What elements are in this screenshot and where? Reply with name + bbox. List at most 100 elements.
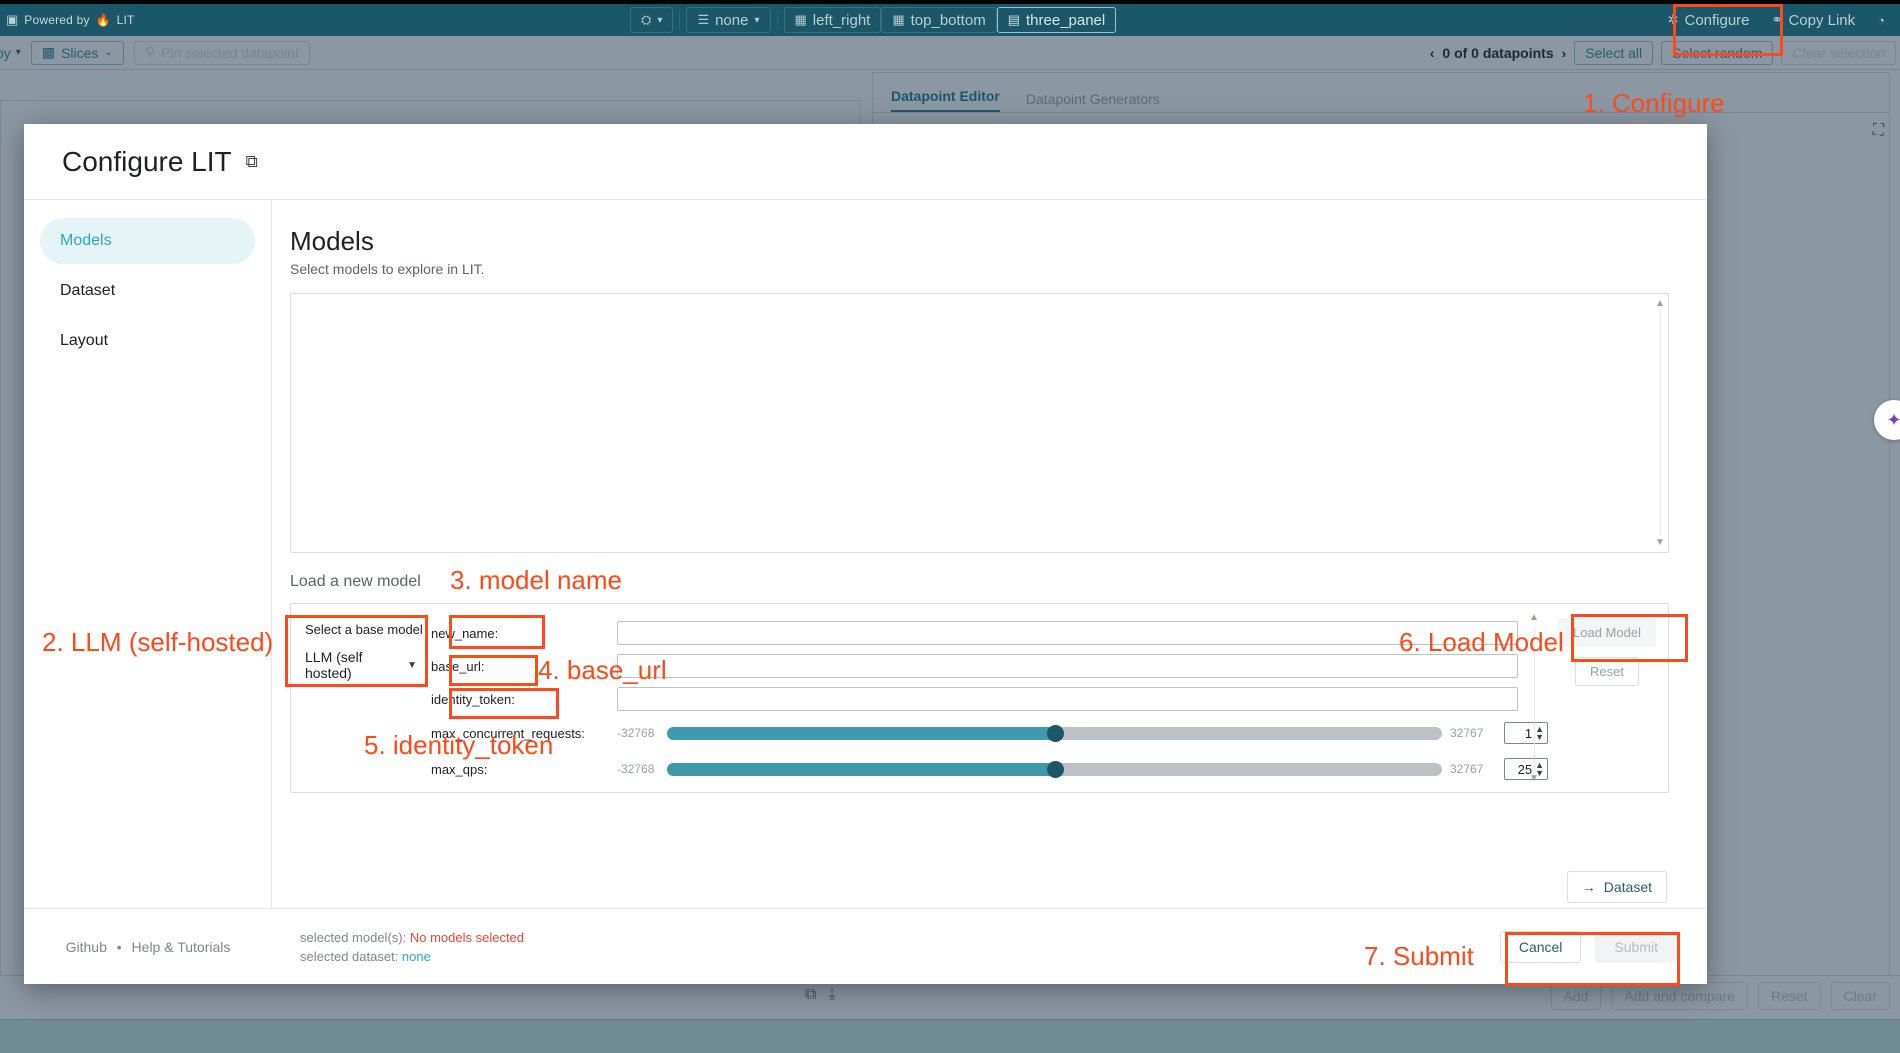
help-tutorials-link[interactable]: Help & Tutorials: [132, 939, 231, 955]
open-in-new-icon[interactable]: ⧉: [246, 152, 258, 172]
selected-dataset-line: selected dataset: none: [300, 947, 1500, 966]
divider: [679, 11, 680, 29]
slider-max-concurrent-requests[interactable]: -32768 32767: [617, 726, 1492, 740]
background-bottom-buttons: Add Add and compare Reset Clear: [1551, 982, 1891, 1010]
sidebar-item-label: Layout: [60, 332, 108, 350]
help-button[interactable]: ◔: [1866, 7, 1896, 33]
model-selector-button[interactable]: ⛭ ▾: [630, 7, 673, 33]
copy-dropdown[interactable]: py ▾: [0, 45, 21, 61]
slices-button[interactable]: ▩ Slices ⌄: [31, 41, 124, 65]
layout-left-right-button[interactable]: ▦ left_right: [784, 7, 882, 33]
reset-button[interactable]: Reset: [1758, 982, 1821, 1010]
new-name-input[interactable]: [617, 621, 1518, 645]
scroll-up-icon[interactable]: ▲: [1529, 612, 1539, 623]
select-random-button[interactable]: Select random: [1661, 41, 1773, 65]
grid-icon: ▦: [892, 12, 904, 28]
annotation-label-7: 7. Submit: [1364, 941, 1474, 972]
submit-button[interactable]: Submit: [1595, 931, 1677, 963]
brand-area: ▣ Powered by 🔥 LIT: [0, 12, 135, 28]
clear-selection-button[interactable]: Clear selection: [1781, 41, 1896, 65]
max-concurrent-requests-stepper[interactable]: 1 ▲▼: [1504, 722, 1548, 744]
models-list-scrollbar[interactable]: ▲ ▼: [1654, 298, 1666, 548]
clear-button[interactable]: Clear: [1831, 982, 1890, 1010]
slider-label-max-qps: max_qps:: [431, 762, 617, 777]
add-and-compare-button[interactable]: Add and compare: [1611, 982, 1748, 1010]
copy-link-label: Copy Link: [1788, 12, 1855, 29]
datapoints-counter: ‹ 0 of 0 datapoints ›: [1430, 45, 1567, 61]
base-url-input[interactable]: [617, 654, 1518, 678]
chevron-down-icon: ▾: [754, 15, 759, 26]
selection-toolbar-right: ‹ 0 of 0 datapoints › Select all Select …: [1430, 36, 1896, 70]
scroll-down-icon[interactable]: ▼: [1529, 773, 1539, 784]
annotation-label-1: 1. Configure: [1583, 88, 1725, 119]
download-icon[interactable]: ⤓: [828, 986, 835, 1004]
base-model-select[interactable]: LLM (self hosted) ▼: [305, 649, 417, 686]
pin-icon: ⚲: [145, 44, 155, 61]
layout-controls: ⛭ ▾ ☰ none ▾ ▦ left_right ▦ top_bottom: [630, 4, 1116, 36]
max-qps-stepper[interactable]: 25 ▲▼: [1504, 758, 1548, 780]
slider-max-qps[interactable]: -32768 32767: [617, 762, 1492, 776]
load-new-model-label: Load a new model: [290, 573, 421, 591]
scroll-up-icon[interactable]: ▲: [1655, 298, 1665, 309]
modal-header: Configure LIT ⧉: [24, 124, 1707, 200]
slices-label: Slices: [61, 45, 98, 61]
slider-min-label: -32768: [617, 762, 659, 776]
select-all-button[interactable]: Select all: [1574, 41, 1653, 65]
layout-top-bottom-label: top_bottom: [911, 12, 986, 29]
identity-token-input[interactable]: [617, 687, 1518, 711]
selection-toolbar: py ▾ ▩ Slices ⌄ ⚲ Pin selected datapoint…: [0, 36, 1900, 70]
cancel-button[interactable]: Cancel: [1500, 931, 1582, 963]
slider-max-label: 32767: [1450, 726, 1492, 740]
slider-knob[interactable]: [1047, 725, 1064, 742]
footer-status: selected model(s): No models selected se…: [272, 928, 1500, 966]
topbar-actions: ✲ Configure ⚭ Copy Link ◔: [1657, 4, 1896, 36]
sidebar-item-label: Models: [60, 232, 112, 250]
scroll-down-icon[interactable]: ▼: [1655, 537, 1665, 548]
pin-label: Pin selected datapoint: [161, 45, 299, 61]
copy-link-button[interactable]: ⚭ Copy Link: [1761, 7, 1867, 33]
page-subtitle: Select models to explore in LIT.: [290, 261, 1669, 277]
add-button[interactable]: Add: [1551, 982, 1602, 1010]
slider-min-label: -32768: [617, 726, 659, 740]
slider-row-max-qps: max_qps: -32768 32767 25: [431, 756, 1548, 782]
selection-toolbar-left: py ▾ ▩ Slices ⌄ ⚲ Pin selected datapoint: [0, 41, 310, 65]
slider-track[interactable]: [667, 727, 1442, 740]
prev-datapoint-icon[interactable]: ‹: [1430, 45, 1435, 61]
sidebar-item-layout[interactable]: Layout: [40, 318, 255, 364]
tab-datapoint-editor[interactable]: Datapoint Editor: [891, 88, 1000, 113]
panel-icon: ▤: [1008, 12, 1020, 28]
next-step-row: → Dataset: [290, 871, 1669, 903]
selected-models-label: selected model(s):: [300, 930, 406, 945]
tab-datapoint-generators[interactable]: Datapoint Generators: [1026, 91, 1160, 113]
configure-button[interactable]: ✲ Configure: [1657, 7, 1761, 33]
background-status-bar: [0, 1019, 1900, 1053]
screen-root: ▣ Powered by 🔥 LIT ⛭ ▾ ☰ none ▾ ▦: [0, 0, 1900, 1053]
github-link[interactable]: Github: [66, 939, 107, 955]
layout-three-panel-button[interactable]: ▤ three_panel: [997, 7, 1117, 33]
footer-links: Github • Help & Tutorials: [24, 939, 272, 955]
slider-knob[interactable]: [1047, 761, 1064, 778]
expand-icon[interactable]: ⛶: [1873, 122, 1884, 140]
slider-track[interactable]: [667, 763, 1442, 776]
arrow-right-icon: →: [1582, 879, 1596, 895]
modal-main: Models Select models to explore in LIT. …: [272, 200, 1707, 908]
brand-label: LIT: [117, 13, 135, 27]
layout-none-label: none: [715, 12, 748, 29]
configure-label: Configure: [1684, 12, 1749, 29]
annotation-label-4: 4. base_url: [538, 655, 667, 686]
layout-none-button[interactable]: ☰ none ▾: [686, 7, 770, 33]
goto-dataset-button[interactable]: → Dataset: [1567, 871, 1667, 903]
load-model-button[interactable]: Load Model: [1558, 618, 1656, 647]
sidebar-item-models[interactable]: Models: [40, 218, 255, 264]
pin-datapoint-button[interactable]: ⚲ Pin selected datapoint: [134, 41, 310, 65]
loader-reset-button[interactable]: Reset: [1575, 657, 1639, 686]
background-right-panel-tabs: Datapoint Editor Datapoint Generators: [872, 72, 1890, 112]
bottom-strip-icons: ⧉ ⤓: [805, 986, 836, 1004]
copy-icon[interactable]: ⧉: [805, 986, 816, 1004]
models-list[interactable]: ▲ ▼: [290, 293, 1669, 553]
select-all-label: Select all: [1585, 45, 1642, 61]
sidebar-item-dataset[interactable]: Dataset: [40, 268, 255, 314]
chevron-down-icon: ▾: [16, 47, 21, 58]
layout-top-bottom-button[interactable]: ▦ top_bottom: [881, 7, 996, 33]
next-datapoint-icon[interactable]: ›: [1562, 45, 1567, 61]
